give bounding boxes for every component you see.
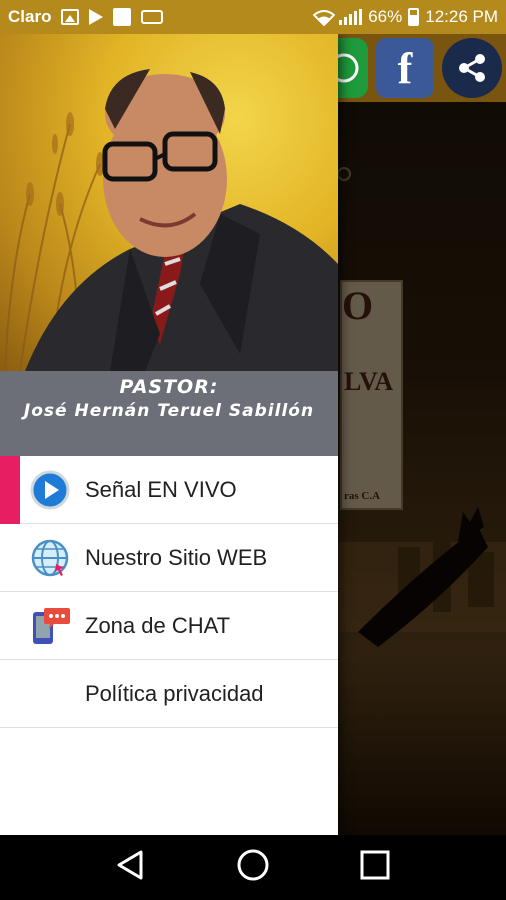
carrier-label: Claro [8,7,52,26]
drawer-menu: Señal EN VIVO Nuestro Sitio WEB Zona de … [0,456,338,728]
scrim[interactable] [338,102,506,835]
home-button[interactable] [236,848,270,887]
status-right: 66% 12:26 PM [313,7,498,27]
menu-item-website[interactable]: Nuestro Sitio WEB [0,524,338,592]
caption-name: José Hernán Teruel Sabillón [23,401,315,421]
caption-title: PASTOR: [119,376,219,398]
pastor-photo [0,34,338,371]
chat-phone-icon [30,606,70,646]
screen: Claro 66% 12:26 PM f O LVA ras C.A PASTO… [0,0,506,900]
menu-item-label: Nuestro Sitio WEB [85,544,268,570]
clock: 12:26 PM [425,7,498,26]
menu-item-live-signal[interactable]: Señal EN VIVO [0,456,338,524]
navigation-drawer: PASTOR: José Hernán Teruel Sabillón Seña… [0,34,338,835]
back-button[interactable] [115,849,147,886]
share-button[interactable] [442,38,502,98]
voicemail-icon [141,10,164,24]
facebook-icon: f [397,43,413,93]
signal-icon [339,9,363,25]
menu-item-chat[interactable]: Zona de CHAT [0,592,338,660]
recents-icon [360,850,390,880]
globe-icon [30,538,70,578]
system-nav-bar [0,835,506,900]
back-icon [117,850,143,880]
share-icon [459,54,485,82]
wifi-icon [313,10,336,26]
menu-item-label: Zona de CHAT [85,612,231,638]
square-icon [113,8,132,26]
menu-item-privacy-policy[interactable]: Política privacidad [0,660,338,728]
play-icon [89,9,104,25]
battery-icon [408,8,420,26]
menu-item-label: Política privacidad [85,680,264,706]
play-circle-icon [30,470,70,510]
home-icon [237,849,269,881]
recents-button[interactable] [359,849,391,886]
image-icon [61,9,80,25]
status-left: Claro [8,7,164,27]
status-bar: Claro 66% 12:26 PM [0,0,506,34]
facebook-button[interactable]: f [376,38,434,98]
menu-item-label: Señal EN VIVO [85,476,237,502]
battery-percent: 66% [368,7,403,26]
pastor-caption: PASTOR: José Hernán Teruel Sabillón [0,371,338,456]
